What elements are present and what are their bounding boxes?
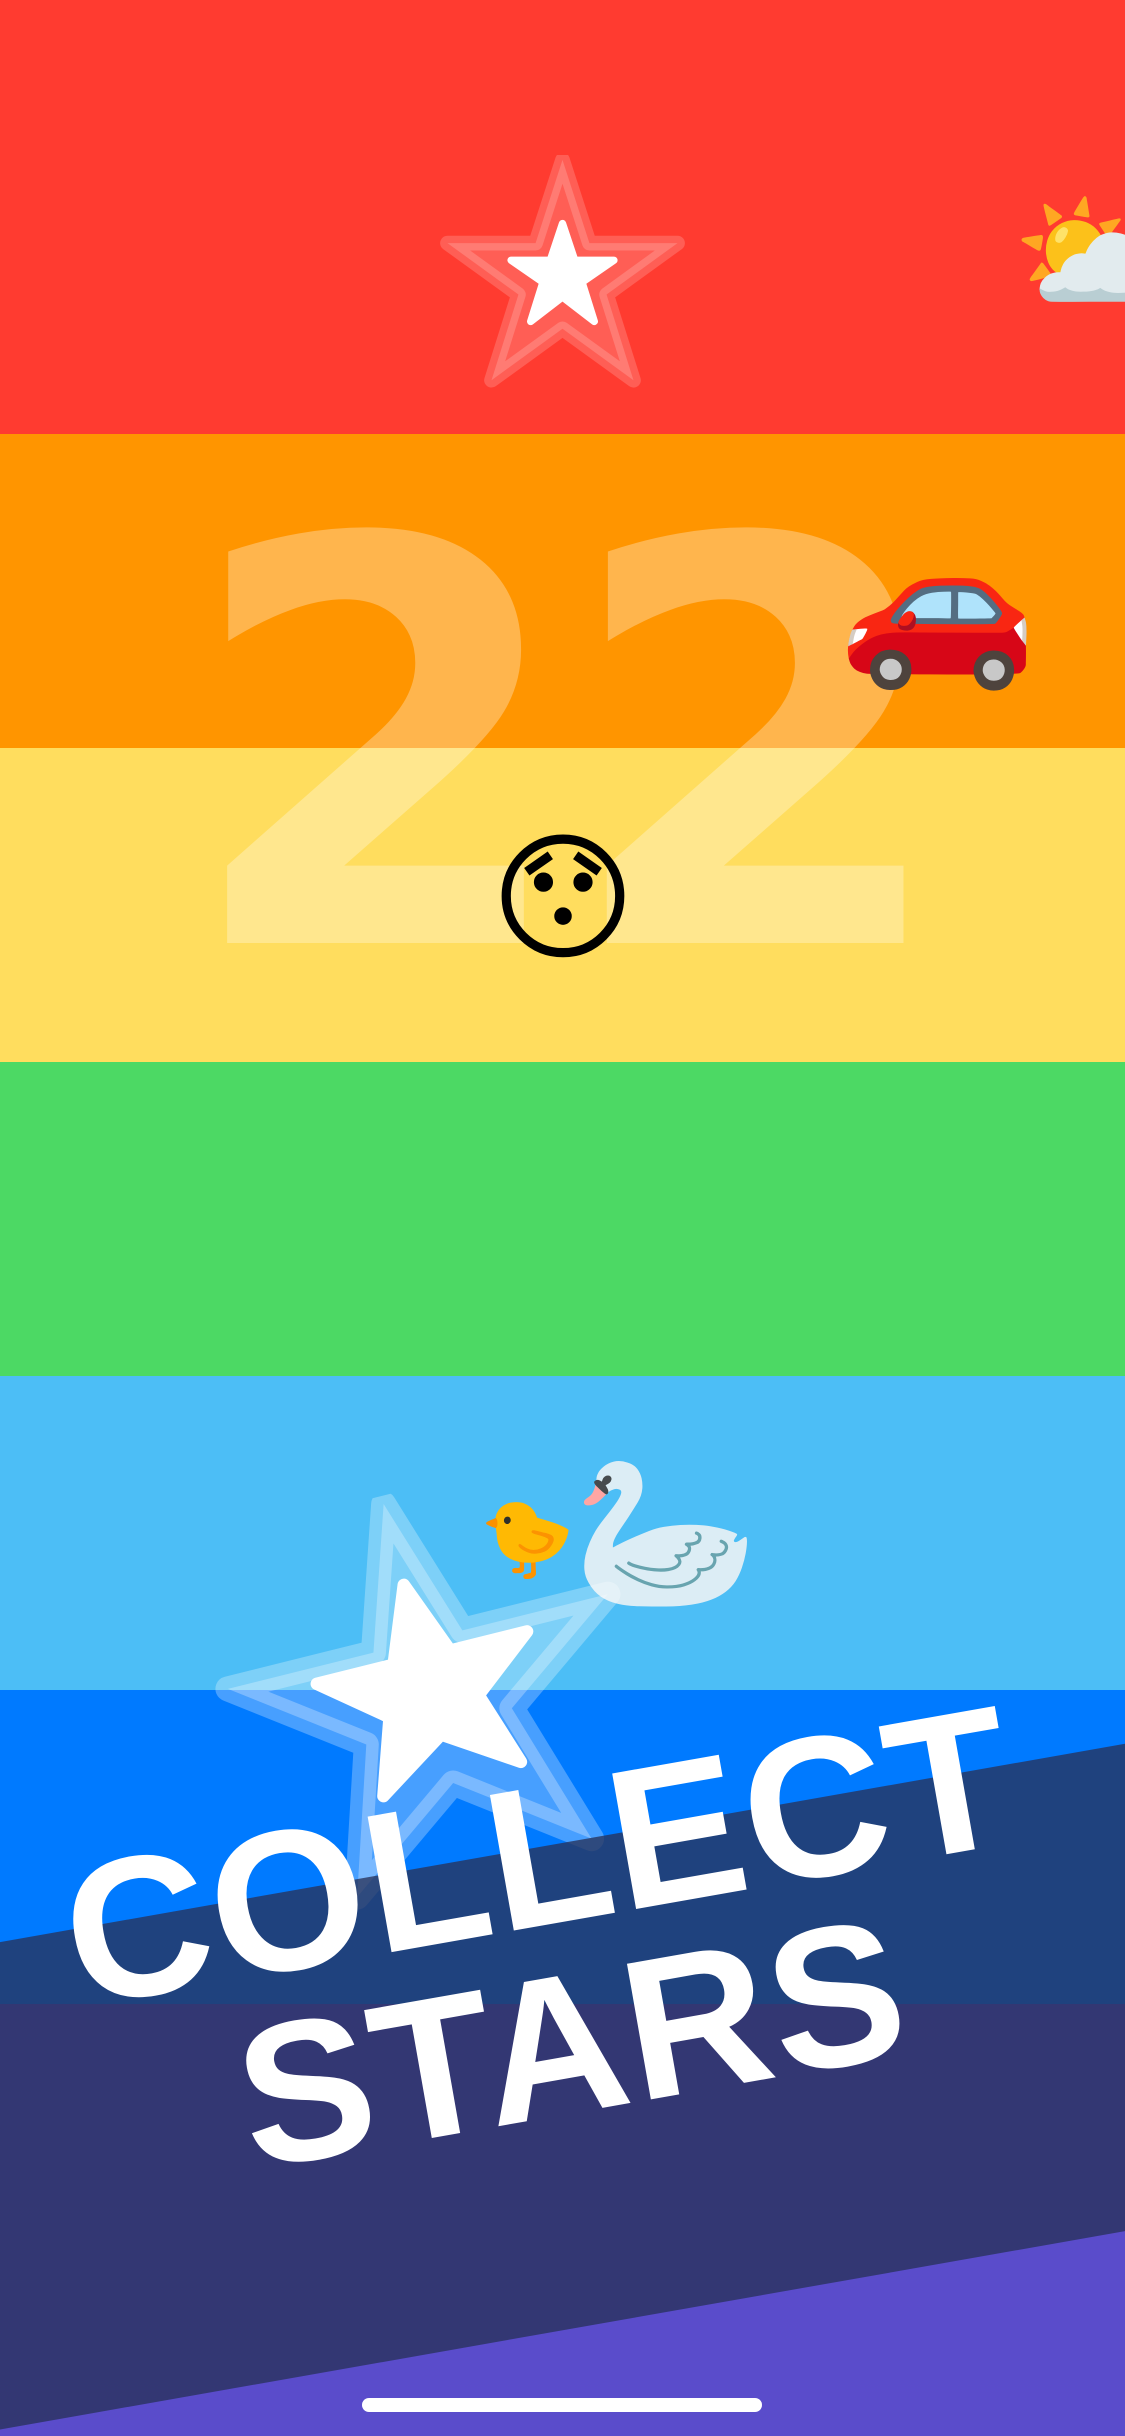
sun-behind-cloud-icon: ⛅ (1012, 177, 1125, 329)
game-stage[interactable]: 22 ⛅ 🚗 😯 🐤 🦢 COLLECT STARS (0, 0, 1125, 2436)
star-icon[interactable] (440, 155, 685, 390)
car-icon: 🚗 (838, 508, 1038, 695)
home-indicator[interactable] (362, 2398, 762, 2412)
lane-green (0, 1062, 1125, 1376)
hushed-face-icon: 😯 (490, 818, 636, 981)
